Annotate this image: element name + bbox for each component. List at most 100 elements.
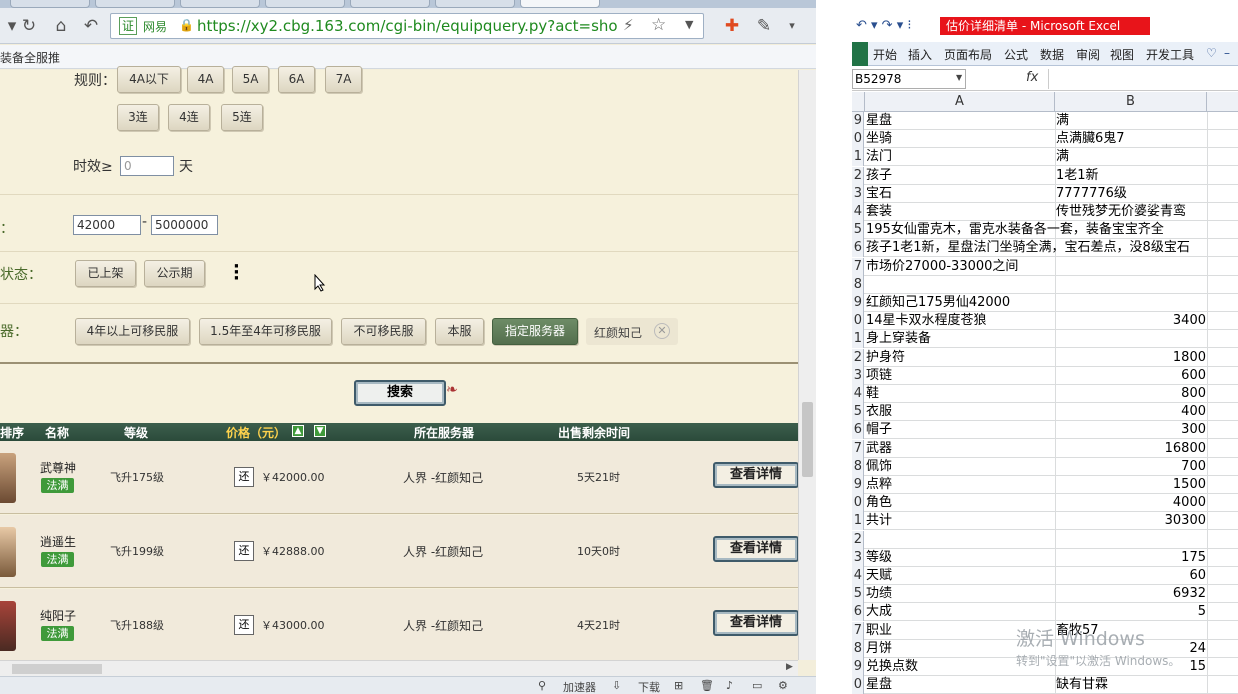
cell-b[interactable]: 800 (1056, 385, 1206, 403)
cell-a[interactable]: 武器 (866, 440, 1054, 458)
cell-b[interactable]: 7777776级 (1056, 185, 1206, 203)
certificate-badge[interactable]: 证 (119, 17, 138, 35)
tab-view[interactable]: 视图 (1110, 46, 1134, 63)
search-button[interactable]: 搜索 (354, 380, 446, 406)
character-name[interactable]: 逍遥生 (40, 533, 76, 550)
server-button-this[interactable]: 本服 (435, 318, 484, 345)
scrollbar-thumb[interactable] (12, 664, 102, 674)
sheet-row[interactable]: 7 武器 16800 (852, 439, 1238, 458)
column-header-b[interactable]: B (1055, 92, 1207, 112)
download-icon[interactable]: ⇩ (612, 679, 621, 692)
sheet-row[interactable]: 3 宝石 7777776级 (852, 184, 1238, 203)
streak-button-4[interactable]: 4连 (168, 104, 210, 131)
server-button-no-migrate[interactable]: 不可移民服 (341, 318, 426, 345)
sheet-row[interactable]: 9 星盘满 (852, 112, 1238, 130)
volume-icon[interactable]: ♪ (726, 679, 733, 692)
cell-b[interactable]: 传世残梦无价婆娑青鸾 (1056, 203, 1206, 221)
character-name[interactable]: 纯阳子 (40, 607, 76, 624)
sheet-row[interactable]: 0 星盘 缺有甘霖 (852, 676, 1238, 694)
address-bar[interactable]: 证 网易 🔒 https://xy2.cbg.163.com/cgi-bin/e… (110, 13, 704, 39)
sheet-row[interactable]: 2 孩子 1老1新 (852, 166, 1238, 185)
server-button-4yr[interactable]: 4年以上可移民服 (75, 318, 190, 345)
sheet-row[interactable]: 0 角色 4000 (852, 494, 1238, 513)
cell-a[interactable]: 大成 (866, 603, 1054, 621)
cell-b[interactable] (1056, 221, 1206, 239)
add-icon[interactable]: ⊞ (674, 679, 683, 692)
horizontal-scrollbar[interactable]: ▶ (0, 660, 798, 676)
browser-tab[interactable] (435, 0, 515, 8)
cell-b[interactable]: 1500 (1056, 476, 1206, 494)
cell-a[interactable]: 红颜知己175男仙42000 (866, 294, 1054, 312)
view-details-button[interactable]: 查看详情 (713, 462, 799, 488)
cell-b[interactable]: 4000 (1056, 494, 1206, 512)
wrench-icon[interactable]: ✎ (752, 15, 776, 37)
help-icon[interactable]: ♡ (1206, 46, 1217, 60)
formula-input[interactable] (1048, 69, 1238, 89)
cell-a[interactable]: 共计 (866, 512, 1054, 530)
url-text[interactable]: https://xy2.cbg.163.com/cgi-bin/equipque… (197, 17, 617, 35)
sheet-row[interactable]: 6 帽子 300 (852, 421, 1238, 440)
name-box[interactable]: B52978 (852, 69, 966, 89)
server-button-1-5yr[interactable]: 1.5年至4年可移民服 (199, 318, 332, 345)
cell-b[interactable] (1056, 258, 1206, 276)
trash-icon[interactable]: 🗑 (700, 679, 714, 692)
cell-b[interactable]: 满 (1056, 148, 1206, 166)
cell-b[interactable] (1056, 330, 1206, 348)
sheet-row[interactable]: 3 等级 175 (852, 548, 1238, 567)
cell-b[interactable]: 700 (1056, 458, 1206, 476)
cell-a[interactable]: 帽子 (866, 421, 1054, 439)
tab-insert[interactable]: 插入 (908, 46, 932, 63)
cell-b[interactable]: 16800 (1056, 440, 1206, 458)
close-icon[interactable]: ✕ (654, 323, 670, 339)
chevron-down-icon[interactable]: ▼ (685, 18, 693, 31)
sheet-row[interactable]: 2 (852, 530, 1238, 549)
column-header-c[interactable] (1207, 92, 1238, 112)
sheet-row[interactable]: 0 坐骑 点满臟6鬼7 (852, 130, 1238, 149)
view-details-button[interactable]: 查看详情 (713, 536, 799, 562)
cell-b[interactable] (1056, 531, 1206, 549)
streak-button-3[interactable]: 3连 (117, 104, 159, 131)
cell-a[interactable]: 鞋 (866, 385, 1054, 403)
accelerator-label[interactable]: 加速器 (563, 679, 596, 694)
sheet-row[interactable]: 5 功绩 6932 (852, 585, 1238, 604)
sheet-row[interactable]: 2 护身符 1800 (852, 348, 1238, 367)
undo-icon[interactable]: ↶ ▾ ↷ ▾ ⁝ (856, 18, 912, 33)
window-icon[interactable]: ▭ (752, 679, 762, 692)
sheet-row[interactable]: 3 项链 600 (852, 366, 1238, 385)
rule-button-4a-below[interactable]: 4A以下 (117, 66, 181, 93)
reload-icon[interactable]: ↻ (17, 15, 41, 37)
more-vertical-icon[interactable]: · · · (233, 258, 240, 288)
sheet-row[interactable]: 7 市场价27000-33000之间 (852, 257, 1238, 276)
vertical-scrollbar[interactable] (798, 70, 816, 660)
cell-a[interactable] (866, 276, 1054, 294)
avatar[interactable] (0, 527, 16, 577)
price-min-input[interactable]: 42000 (73, 215, 141, 235)
star-icon[interactable]: ☆ (651, 15, 666, 35)
sheet-row[interactable]: 4 鞋 800 (852, 385, 1238, 403)
cell-a[interactable]: 195女仙雷克木，雷克水装备各一套，装备宝宝齐全 (866, 221, 1164, 239)
tab-review[interactable]: 审阅 (1076, 46, 1100, 63)
avatar[interactable] (0, 601, 16, 651)
cell-a[interactable]: 护身符 (866, 349, 1054, 367)
cell-b[interactable]: 30300 (1056, 512, 1206, 530)
cell-b[interactable]: 400 (1056, 403, 1206, 421)
download-label[interactable]: 下载 (638, 679, 660, 694)
cell-b[interactable]: 5 (1056, 603, 1206, 621)
avatar[interactable] (0, 453, 16, 503)
sheet-row[interactable]: 6 孩子1老1新，星盘法门坐骑全满，宝石差点，没8级宝石 (852, 239, 1238, 258)
sheet-row[interactable]: 5 195女仙雷克木，雷克水装备各一套，装备宝宝齐全 (852, 221, 1238, 240)
sheet-row[interactable]: 9 点粹 1500 (852, 476, 1238, 494)
server-button-specified[interactable]: 指定服务器 (492, 318, 578, 345)
cell-b[interactable]: 1800 (1056, 349, 1206, 367)
cell-a[interactable]: 点粹 (866, 476, 1054, 494)
menu-chevron-icon[interactable]: ▾ (780, 15, 804, 37)
column-header-a[interactable]: A (865, 92, 1055, 112)
header-price[interactable]: 价格（元） (226, 424, 286, 441)
cell-b[interactable]: 3400 (1056, 312, 1206, 330)
minimize-icon[interactable]: – (1224, 46, 1230, 60)
browser-tab[interactable] (95, 0, 175, 8)
rule-button-4a[interactable]: 4A (187, 66, 224, 93)
cell-a[interactable]: 孩子 (866, 167, 1054, 185)
cell-a[interactable]: 法门 (866, 148, 1054, 166)
cell-a[interactable] (866, 531, 1054, 549)
